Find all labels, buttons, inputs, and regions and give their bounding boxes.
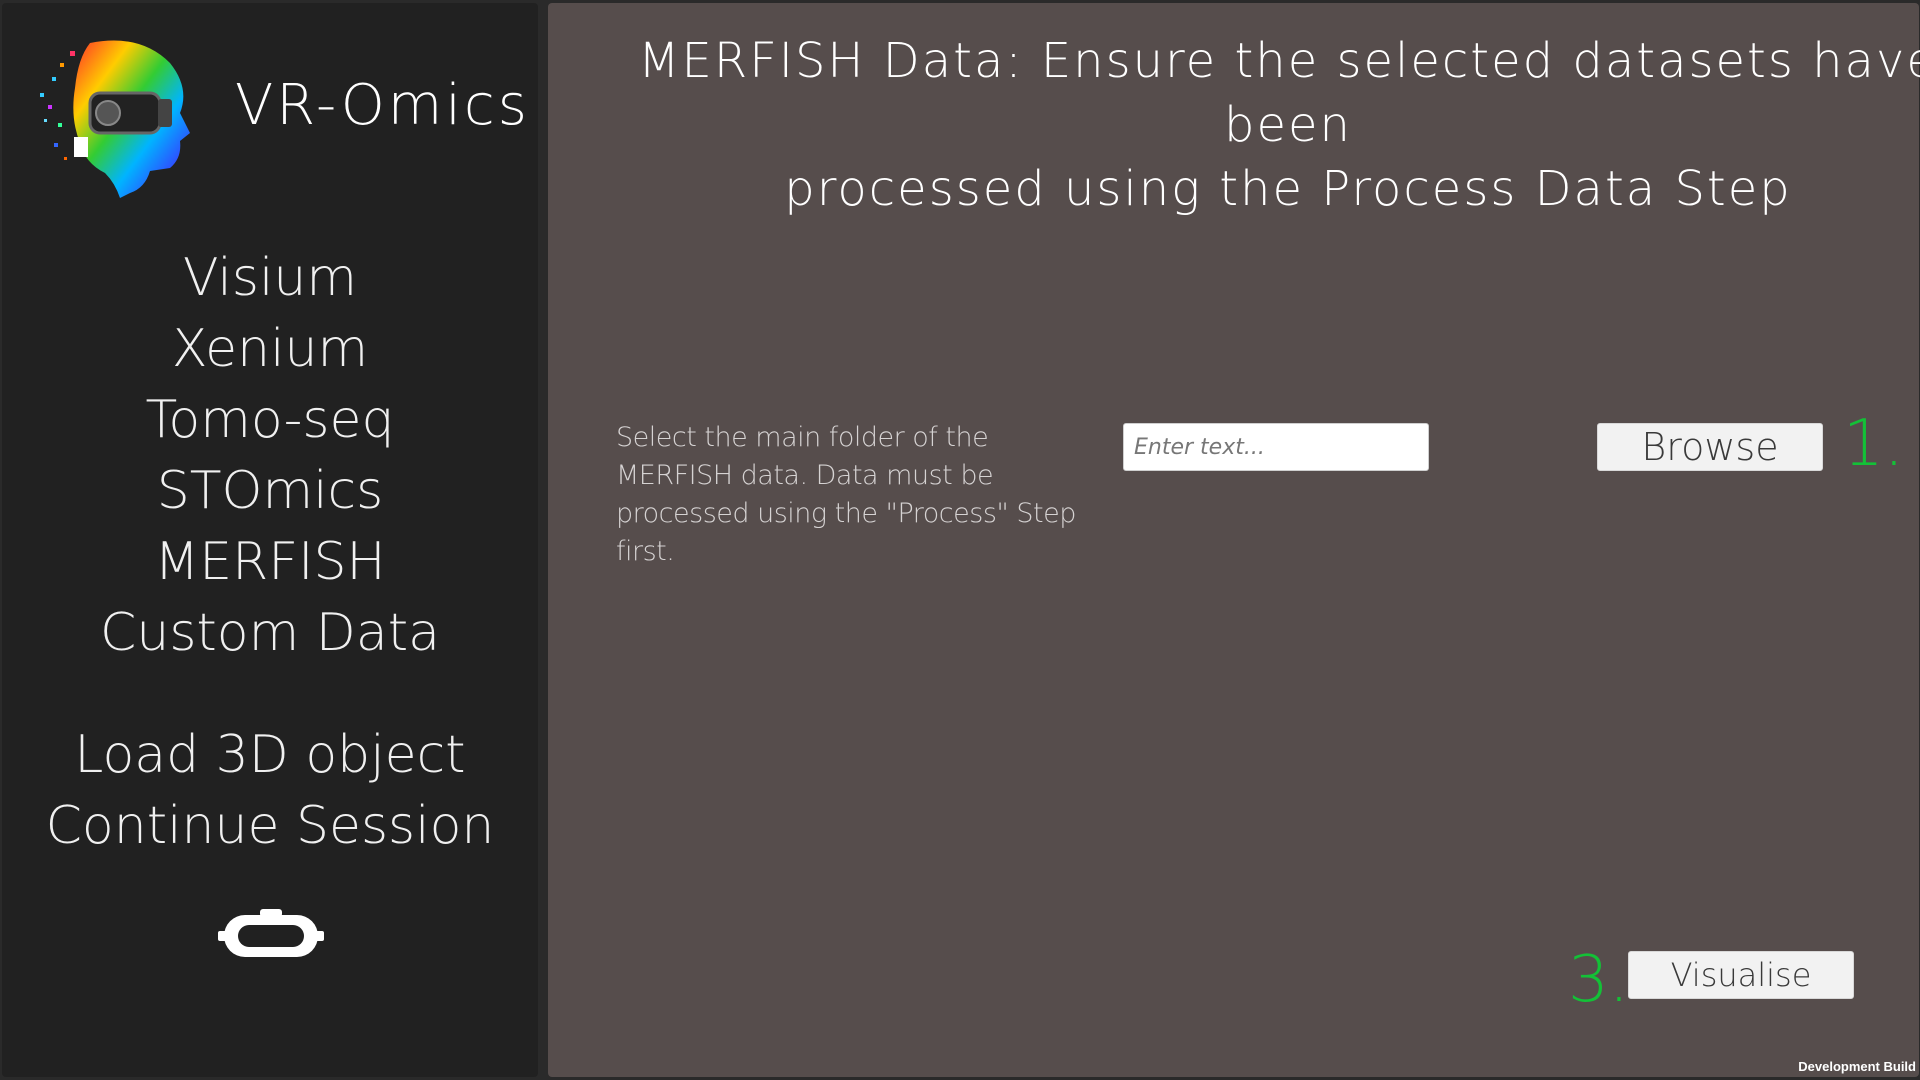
page-heading-line2: processed using the Process Data Step	[784, 161, 1792, 217]
folder-path-input[interactable]	[1123, 423, 1429, 471]
continue-session-link[interactable]: Continue Session	[2, 791, 538, 862]
folder-instructions: Select the main folder of the MERFISH da…	[616, 422, 1076, 567]
visualise-button[interactable]: Visualise	[1628, 951, 1854, 999]
page-heading-line1: MERFISH Data: Ensure the selected datase…	[638, 33, 1920, 153]
page-heading: MERFISH Data: Ensure the selected datase…	[588, 29, 1920, 221]
development-build-label: Development Build	[1798, 1059, 1916, 1074]
nav-item-visium[interactable]: Visium	[2, 243, 538, 314]
nav-item-merfish[interactable]: MERFISH	[2, 527, 538, 598]
load-3d-object-link[interactable]: Load 3D object	[2, 720, 538, 791]
nav-item-xenium[interactable]: Xenium	[2, 314, 538, 385]
vr-omics-logo-icon	[40, 40, 190, 198]
dataset-nav: Visium Xenium Tomo-seq STOmics MERFISH C…	[2, 243, 538, 669]
main-panel: MERFISH Data: Ensure the selected datase…	[548, 3, 1920, 1077]
nav-item-stomics[interactable]: STOmics	[2, 456, 538, 527]
vr-headset-icon[interactable]	[218, 907, 324, 961]
session-nav: Load 3D object Continue Session	[2, 720, 538, 862]
nav-item-tomo-seq[interactable]: Tomo-seq	[2, 385, 538, 456]
browse-button[interactable]: Browse	[1597, 423, 1823, 471]
step-1-label: 1.	[1843, 407, 1905, 481]
step-3-label: 3.	[1568, 943, 1630, 1017]
sidebar: VR-Omics Visium Xenium Tomo-seq STOmics …	[2, 3, 538, 1077]
nav-item-custom-data[interactable]: Custom Data	[2, 598, 538, 669]
app-title: VR-Omics	[235, 73, 530, 138]
